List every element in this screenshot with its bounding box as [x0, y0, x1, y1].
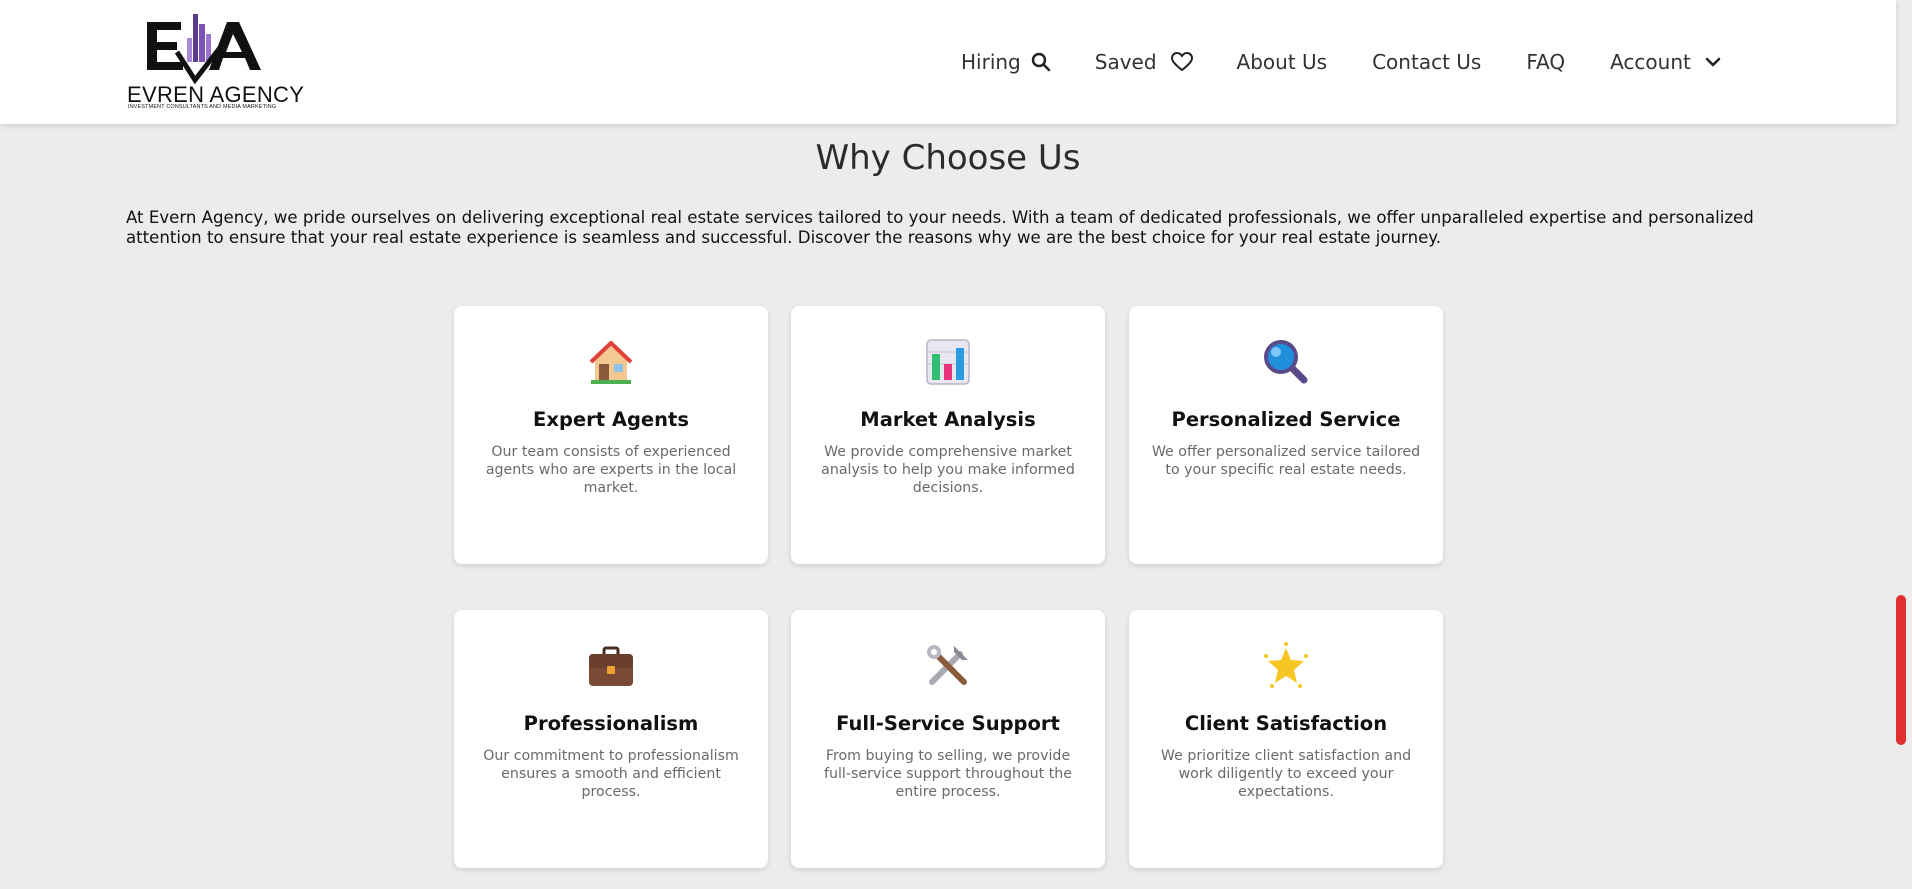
logo-mark-icon [147, 14, 261, 84]
site-header: EVREN AGENCY INVESTMENT CONSULTANTS AND … [0, 0, 1896, 124]
nav-saved[interactable]: Saved [1095, 50, 1193, 74]
card-title: Full-Service Support [836, 712, 1060, 735]
card-text: Our team consists of experienced agents … [485, 444, 737, 496]
bar-chart-icon [791, 338, 1105, 388]
scrollbar-thumb[interactable] [1896, 595, 1906, 745]
house-icon [454, 338, 768, 388]
card-text: We offer personalized service tailored t… [1151, 444, 1421, 478]
heart-icon [1170, 52, 1193, 72]
briefcase-icon [454, 642, 768, 692]
nav-account[interactable]: Account [1610, 50, 1721, 74]
section-intro: At Evern Agency, we pride ourselves on d… [126, 208, 1754, 247]
nav-hiring[interactable]: Hiring [961, 50, 1051, 74]
tools-icon [791, 642, 1105, 692]
feature-card-client-satisfaction: Client Satisfaction We prioritize client… [1129, 610, 1443, 868]
card-title: Client Satisfaction [1184, 712, 1388, 735]
nav-hiring-label: Hiring [961, 50, 1021, 74]
main-nav: Hiring Saved About Us Contact Us FAQ Acc… [961, 46, 1721, 78]
nav-saved-label: Saved [1094, 50, 1157, 74]
section-title: Why Choose Us [815, 138, 1081, 178]
search-icon [1031, 52, 1051, 72]
feature-card-full-service-support: Full-Service Support From buying to sell… [791, 610, 1105, 868]
page: EVREN AGENCY INVESTMENT CONSULTANTS AND … [0, 0, 1912, 889]
card-title: Market Analysis [860, 408, 1036, 431]
nav-about-us[interactable]: About Us [1237, 50, 1328, 74]
card-title: Professionalism [523, 712, 699, 735]
brand-tagline: INVESTMENT CONSULTANTS AND MEDIA MARKETI… [128, 104, 277, 110]
magnifier-icon [1129, 338, 1443, 388]
feature-card-personalized-service: Personalized Service We offer personaliz… [1129, 306, 1443, 564]
feature-card-professionalism: Professionalism Our commitment to profes… [454, 610, 768, 868]
card-title: Personalized Service [1171, 408, 1401, 431]
nav-faq[interactable]: FAQ [1526, 50, 1565, 74]
brand-logo[interactable]: EVREN AGENCY INVESTMENT CONSULTANTS AND … [127, 12, 304, 112]
card-text: We provide comprehensive market analysis… [821, 444, 1075, 496]
nav-account-label: Account [1610, 50, 1691, 74]
star-icon [1129, 642, 1443, 692]
card-title: Expert Agents [533, 408, 689, 431]
nav-contact-us[interactable]: Contact Us [1372, 50, 1481, 74]
card-text: We prioritize client satisfaction and wo… [1160, 748, 1412, 800]
card-text: Our commitment to professionalism ensure… [483, 748, 739, 800]
chevron-down-icon [1705, 56, 1721, 68]
card-text: From buying to selling, we provide full-… [823, 748, 1073, 800]
feature-card-expert-agents: Expert Agents Our team consists of exper… [454, 306, 768, 564]
feature-card-market-analysis: Market Analysis We provide comprehensive… [791, 306, 1105, 564]
